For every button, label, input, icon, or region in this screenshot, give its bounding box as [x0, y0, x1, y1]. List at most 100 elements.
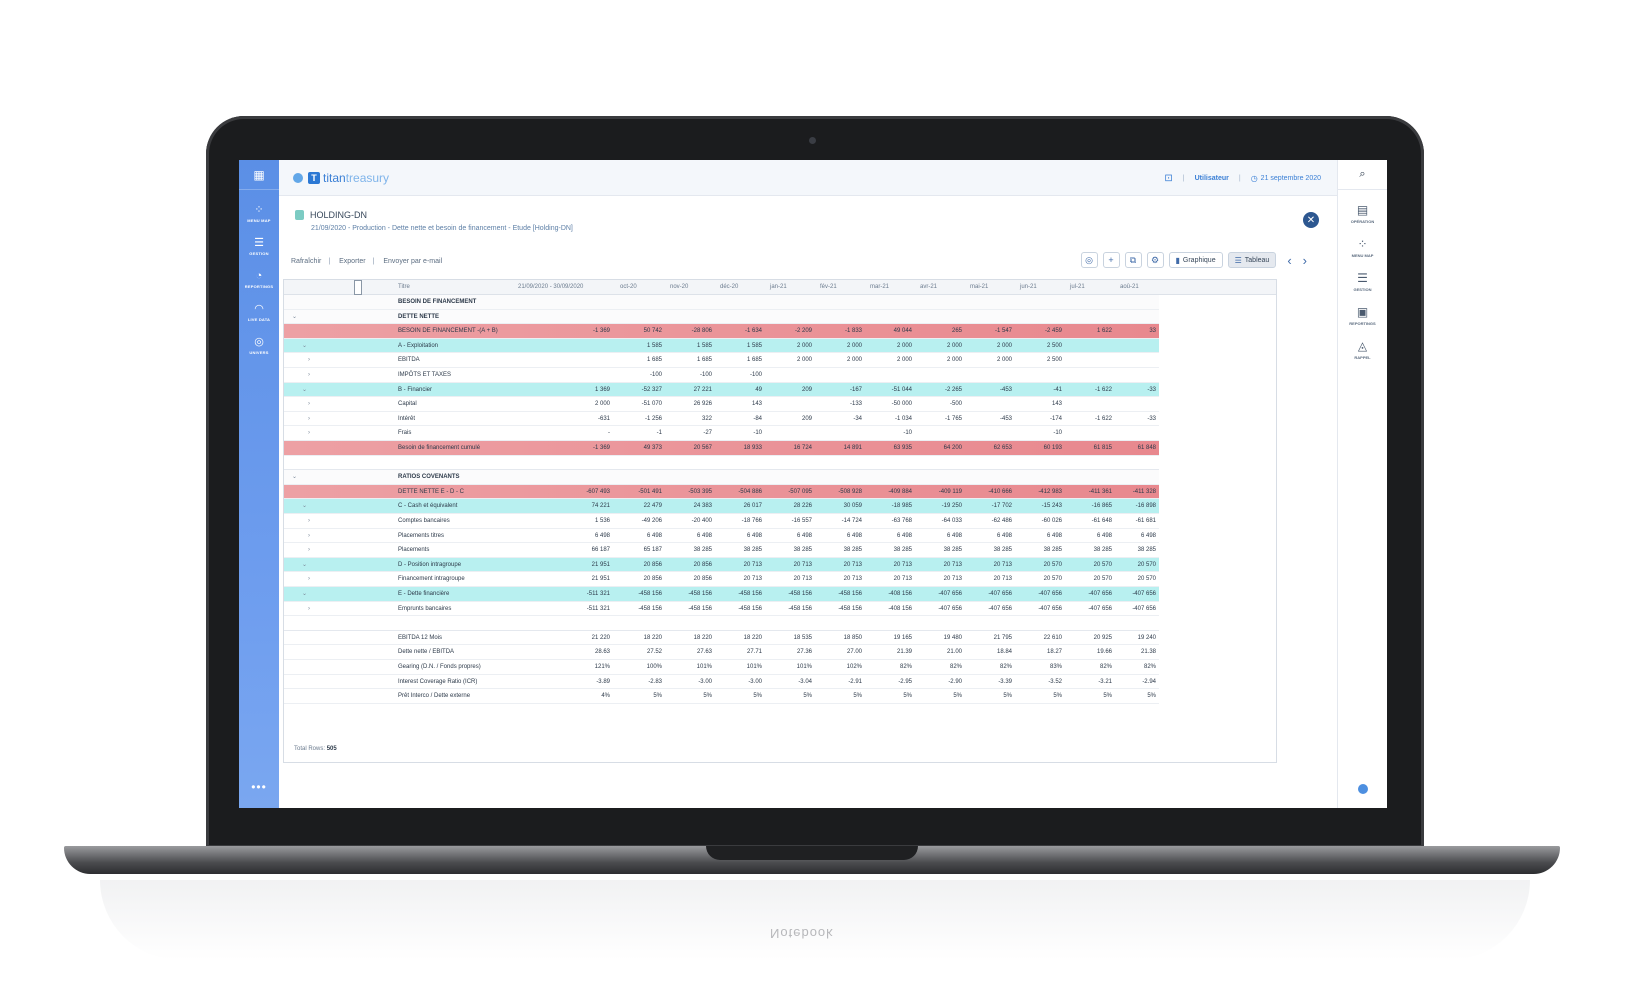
table-row[interactable]: ⌄ D - Position intragroupe 21 951 20 856 20 … [284, 557, 1159, 573]
email-link[interactable]: Envoyer par e-mail [383, 258, 442, 265]
calendar-date-icon: ◷ [1250, 173, 1258, 183]
chevron-down-icon[interactable]: ⌄ [292, 470, 297, 484]
table-row[interactable]: Prêt Interco / Dette externe 4% 5% 5% 5% 5% 5%… [284, 689, 1159, 704]
chevron-right-icon[interactable]: › [308, 572, 310, 586]
current-date[interactable]: 21 septembre 2020 [1261, 175, 1321, 182]
table-row[interactable]: BESOIN DE FINANCEMENT -(A + B) -1 369 50 7… [284, 324, 1159, 339]
table-row[interactable] [284, 455, 1159, 471]
column-header[interactable]: mai-21 [970, 280, 988, 295]
table-row[interactable]: Dette nette / EBITDA 28.63 27.52 27.63 27.71… [284, 645, 1159, 660]
search-icon[interactable]: ⌕ [1338, 160, 1387, 190]
table-row[interactable]: › EBITDA 1 685 1 685 1 685 2 000 2 000 2 000 2 0… [284, 353, 1159, 368]
column-header[interactable]: oct-20 [620, 280, 637, 295]
chevron-down-icon[interactable]: ⌄ [292, 310, 297, 324]
table-cell: 38 285 [793, 547, 812, 554]
sidebar-item-univers[interactable]: ◎ UNIVERS [239, 336, 279, 355]
sidebar-item-menu-map[interactable]: ⁘ MENU MAP [239, 204, 279, 223]
column-header[interactable]: mar-21 [870, 280, 889, 295]
add-button[interactable]: + [1102, 252, 1120, 268]
calendar-icon[interactable]: ▦ [239, 160, 279, 190]
chevron-down-icon[interactable]: ⌄ [302, 587, 307, 601]
sidebar-item-live-data[interactable]: ◠ LIVE DATA [239, 303, 279, 322]
table-row[interactable]: › Placements titres 6 498 6 498 6 498 6 498 6 … [284, 529, 1159, 544]
table-row[interactable]: Interest Coverage Ratio (ICR) -3.89 -2.83 -… [284, 675, 1159, 690]
table-row[interactable]: › Frais - -1 -27 -10 -10 -10 [284, 426, 1159, 441]
table-cell [1066, 426, 1112, 440]
settings-button[interactable]: ⚙ [1146, 252, 1164, 268]
table-row[interactable]: › Placements 66 187 65 187 38 285 38 285 38 28… [284, 543, 1159, 558]
column-header[interactable]: fév-21 [820, 280, 837, 295]
assistant-icon[interactable] [1358, 784, 1368, 794]
sidebar-item-label: LIVE DATA [247, 317, 271, 322]
table-row[interactable]: › Emprunts bancaires -511 321 -458 156 -458 … [284, 602, 1159, 617]
duplicate-button[interactable]: ⧉ [1124, 252, 1142, 268]
monitor-icon[interactable]: ⊡ [1164, 173, 1172, 184]
quick-action-reportings[interactable]: ▣ REPORTINGS [1338, 306, 1387, 327]
sidebar-item-gestion[interactable]: ☰ GESTION [239, 237, 279, 256]
table-cell: 265 [951, 328, 962, 335]
table-row[interactable]: Besoin de financement cumulé -1 369 49 373… [284, 441, 1159, 456]
table-row[interactable] [284, 616, 1159, 631]
table-row[interactable]: EBITDA 12 Mois 21 220 18 220 18 220 18 220 18… [284, 631, 1159, 646]
table-row[interactable]: › Comptes bancaires 1 536 -49 206 -20 400 -18… [284, 514, 1159, 529]
column-header[interactable]: jul-21 [1070, 280, 1085, 295]
chevron-right-icon[interactable]: › [308, 514, 310, 528]
sidebar-item-reportings[interactable]: ◔ REPORTINGS [239, 270, 279, 289]
column-header[interactable]: Titre [398, 280, 410, 295]
chevron-right-icon[interactable]: › [308, 529, 310, 543]
quick-action-gestion[interactable]: ☰ GESTION [1338, 272, 1387, 293]
chevron-right-icon[interactable]: › [308, 397, 310, 411]
column-header[interactable]: nov-20 [670, 280, 688, 295]
column-header[interactable]: avr-21 [920, 280, 937, 295]
tableau-label: Tableau [1244, 256, 1270, 264]
refresh-link[interactable]: Rafraîchir [291, 258, 321, 265]
column-header[interactable]: jan-21 [770, 280, 787, 295]
chevron-right-icon[interactable]: › [308, 426, 310, 440]
close-button[interactable]: ✕ [1303, 212, 1319, 228]
chevron-down-icon[interactable]: ⌄ [302, 339, 307, 353]
target-button[interactable]: ◎ [1080, 252, 1098, 268]
chevron-down-icon[interactable]: ⌄ [302, 558, 307, 572]
table-row[interactable]: › Intérêt -631 -1 256 322 -84 209 -34 -1 034 -1 7… [284, 412, 1159, 427]
table-row[interactable]: › IMPÔTS ET TAXES -100 -100 -100 [284, 368, 1159, 383]
quick-action-operation[interactable]: ▤ OPÉRATION [1338, 204, 1387, 225]
quick-action-rappel[interactable]: ◬ RAPPEL [1338, 340, 1387, 361]
table-row[interactable]: › Financement intragroupe 21 951 20 856 20 8… [284, 572, 1159, 587]
table-row[interactable]: Gearing (D.N. / Fonds propres) 121% 100% 10… [284, 660, 1159, 675]
table-row[interactable]: ⌄ B - Financier 1 369 -52 327 27 221 49 209 -16… [284, 382, 1159, 398]
chevron-right-icon[interactable]: › [308, 543, 310, 557]
table-row[interactable]: ⌄ E - Dette financière -511 321 -458 156 -45… [284, 587, 1159, 602]
target-icon: ◎ [1085, 254, 1093, 265]
user-menu[interactable]: Utilisateur [1195, 175, 1229, 182]
table-cell: 5% [803, 693, 812, 700]
column-header[interactable]: 21/09/2020 - 30/09/2020 [518, 280, 583, 295]
chevron-right-icon[interactable]: › [308, 412, 310, 426]
table-row[interactable]: ⌄ C - Cash et équivalent 74 221 22 479 24 38… [284, 499, 1159, 514]
app-logo[interactable]: T titan treasury [293, 171, 389, 185]
table-row[interactable]: › Capital 2 000 -51 070 26 926 143 -133 -50 000… [284, 397, 1159, 412]
table-row[interactable]: BESOIN DE FINANCEMENT [284, 295, 1159, 310]
select-all-checkbox[interactable] [354, 280, 362, 295]
chevron-down-icon[interactable]: ⌄ [302, 499, 307, 513]
chevron-left-icon[interactable]: ‹ [1287, 253, 1291, 268]
table-row[interactable]: ⌄ A - Exploitation 1 585 1 585 1 585 2 000 2 0… [284, 338, 1159, 354]
chevron-down-icon[interactable]: ⌄ [302, 383, 307, 397]
more-menu-button[interactable]: ••• [239, 780, 279, 794]
chevron-right-icon[interactable]: › [1303, 253, 1307, 268]
chevron-right-icon[interactable]: › [308, 353, 310, 367]
chevron-right-icon[interactable]: › [308, 368, 310, 382]
table-row[interactable]: DETTE NETTE E - D - C -607 493 -501 491 -50… [284, 484, 1159, 500]
column-header[interactable]: déc-20 [720, 280, 738, 295]
table-row[interactable]: ⌄ RATIOS COVENANTS [284, 470, 1159, 485]
row-label: Intérêt [398, 415, 416, 422]
graphique-button[interactable]: ▮ Graphique [1168, 252, 1223, 268]
table-cell: 2 000 [896, 342, 912, 349]
table-row[interactable]: ⌄ DETTE NETTE [284, 309, 1159, 325]
column-header[interactable]: jun-21 [1020, 280, 1037, 295]
export-link[interactable]: Exporter [339, 258, 365, 265]
tableau-button[interactable]: ☰ Tableau [1227, 252, 1277, 268]
quick-action-menu-map[interactable]: ⁘ MENU MAP [1338, 238, 1387, 259]
chevron-right-icon[interactable]: › [308, 602, 310, 616]
bar-chart-icon: ▮ [1175, 255, 1180, 265]
column-header[interactable]: aoû-21 [1120, 280, 1139, 295]
